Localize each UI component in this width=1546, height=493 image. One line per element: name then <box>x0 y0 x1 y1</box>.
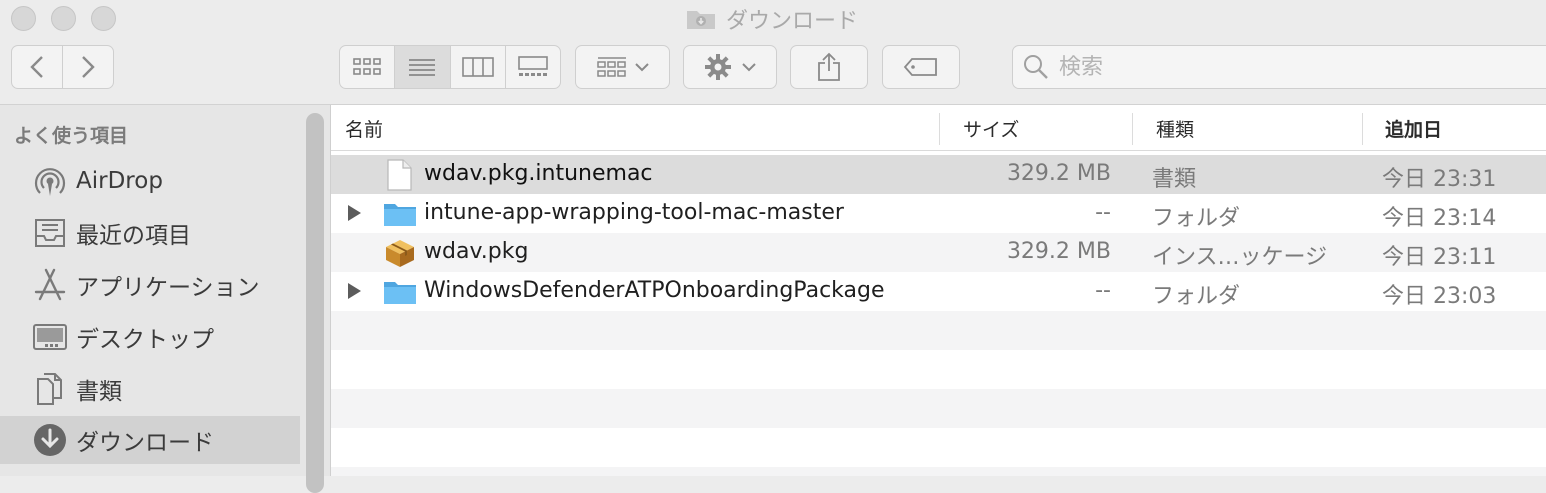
view-mode-group <box>339 45 561 89</box>
table-row[interactable]: wdav.pkg.intunemac 329.2 MB 書類 今日 23:31 <box>331 155 1546 194</box>
file-size: 329.2 MB <box>1006 161 1111 186</box>
chevron-right-icon <box>82 56 95 78</box>
search-field[interactable] <box>1012 45 1546 89</box>
gallery-view-button[interactable] <box>504 46 560 88</box>
column-view-icon <box>461 57 494 77</box>
icon-view-button[interactable] <box>340 46 394 88</box>
column-header-bar: 名前 サイズ 種類 追加日 <box>331 105 1546 151</box>
table-row[interactable]: intune-app-wrapping-tool-mac-master -- フ… <box>331 194 1546 233</box>
file-date-added: 今日 23:14 <box>1382 206 1497 231</box>
column-divider[interactable] <box>1132 113 1133 145</box>
empty-row <box>331 350 1546 389</box>
sidebar-item-label: ダウンロード <box>76 430 214 456</box>
group-grid-icon <box>596 57 626 77</box>
file-name: wdav.pkg.intunemac <box>424 161 653 186</box>
file-date-added: 今日 23:03 <box>1382 284 1497 309</box>
sidebar-item-label: 書類 <box>76 379 122 405</box>
sidebar-item-downloads[interactable]: ダウンロード <box>0 416 300 464</box>
documents-icon <box>30 369 70 409</box>
file-rows: wdav.pkg.intunemac 329.2 MB 書類 今日 23:31 … <box>331 155 1546 476</box>
folder-icon <box>383 198 417 230</box>
file-list: 名前 サイズ 種類 追加日 wdav.pkg.intunemac 329.2 M… <box>331 105 1546 476</box>
sidebar-scrollbar[interactable] <box>306 113 324 493</box>
icon-view-icon <box>353 58 381 75</box>
tag-icon <box>903 58 937 76</box>
column-divider[interactable] <box>939 113 940 145</box>
file-date-added: 今日 23:11 <box>1382 245 1497 270</box>
applications-icon <box>30 265 70 305</box>
back-button[interactable] <box>12 46 62 88</box>
empty-row <box>331 467 1546 476</box>
chevron-left-icon <box>30 56 43 78</box>
close-window-button[interactable] <box>11 6 36 31</box>
column-header-name[interactable]: 名前 <box>345 105 383 151</box>
downloads-folder-icon <box>686 8 716 30</box>
zoom-window-button[interactable] <box>91 6 116 31</box>
package-icon <box>383 237 417 269</box>
file-name: WindowsDefenderATPOnboardingPackage <box>424 278 885 303</box>
navigation-group <box>11 45 114 89</box>
sidebar-item-label: AirDrop <box>76 168 163 194</box>
sidebar-item-label: アプリケーション <box>76 275 260 301</box>
file-kind: フォルダ <box>1152 284 1241 309</box>
list-view-icon <box>409 59 436 76</box>
disclosure-triangle-icon[interactable] <box>348 205 361 221</box>
share-button[interactable] <box>790 45 868 89</box>
file-date-added: 今日 23:31 <box>1382 167 1497 192</box>
empty-row <box>331 311 1546 350</box>
file-size: -- <box>1095 278 1111 303</box>
column-header-date-added[interactable]: 追加日 <box>1385 105 1442 151</box>
window-title: ダウンロード <box>686 4 858 34</box>
file-size: -- <box>1095 200 1111 225</box>
sidebar: よく使う項目 AirDrop 最近の項目 アプリケーション デスクトップ 書類 … <box>0 105 331 493</box>
chevron-down-icon <box>634 63 649 72</box>
gallery-view-icon <box>518 56 548 76</box>
sidebar-item-desktop[interactable]: デスクトップ <box>0 313 300 361</box>
file-size: 329.2 MB <box>1006 239 1111 264</box>
forward-button[interactable] <box>62 46 113 88</box>
sidebar-item-documents[interactable]: 書類 <box>0 365 300 413</box>
toolbar: ダウンロード <box>0 0 1546 105</box>
file-kind: インス…ッケージ <box>1152 245 1328 270</box>
file-kind: フォルダ <box>1152 206 1241 231</box>
empty-row <box>331 428 1546 467</box>
list-view-button[interactable] <box>394 46 450 88</box>
table-row[interactable]: wdav.pkg 329.2 MB インス…ッケージ 今日 23:11 <box>331 233 1546 272</box>
gear-icon <box>705 54 731 80</box>
table-row[interactable]: WindowsDefenderATPOnboardingPackage -- フ… <box>331 272 1546 311</box>
desktop-icon <box>30 317 70 357</box>
minimize-window-button[interactable] <box>51 6 76 31</box>
document-icon <box>383 159 417 191</box>
sidebar-item-recents[interactable]: 最近の項目 <box>0 209 300 257</box>
window-title-text: ダウンロード <box>726 9 859 34</box>
chevron-down-icon <box>742 63 756 72</box>
sidebar-item-applications[interactable]: アプリケーション <box>0 261 300 309</box>
folder-icon <box>383 276 417 308</box>
group-button[interactable] <box>575 45 670 89</box>
file-kind: 書類 <box>1152 167 1197 192</box>
file-name: wdav.pkg <box>424 239 529 264</box>
column-header-size[interactable]: サイズ <box>963 105 1019 151</box>
sidebar-heading-favorites: よく使う項目 <box>14 125 129 147</box>
action-button[interactable] <box>683 45 777 89</box>
airdrop-icon <box>30 161 70 201</box>
recents-icon <box>30 213 70 253</box>
sidebar-item-label: デスクトップ <box>76 327 214 353</box>
file-name: intune-app-wrapping-tool-mac-master <box>424 200 844 225</box>
empty-row <box>331 389 1546 428</box>
column-header-kind[interactable]: 種類 <box>1156 105 1194 151</box>
sidebar-item-label: 最近の項目 <box>76 223 191 249</box>
column-view-button[interactable] <box>449 46 505 88</box>
tag-button[interactable] <box>882 45 960 89</box>
search-icon <box>1024 55 1048 79</box>
disclosure-triangle-icon[interactable] <box>348 283 361 299</box>
share-icon <box>818 52 840 81</box>
sidebar-item-airdrop[interactable]: AirDrop <box>0 157 300 205</box>
search-input[interactable] <box>1057 53 1501 81</box>
column-divider[interactable] <box>1362 113 1363 145</box>
downloads-icon <box>30 420 70 460</box>
